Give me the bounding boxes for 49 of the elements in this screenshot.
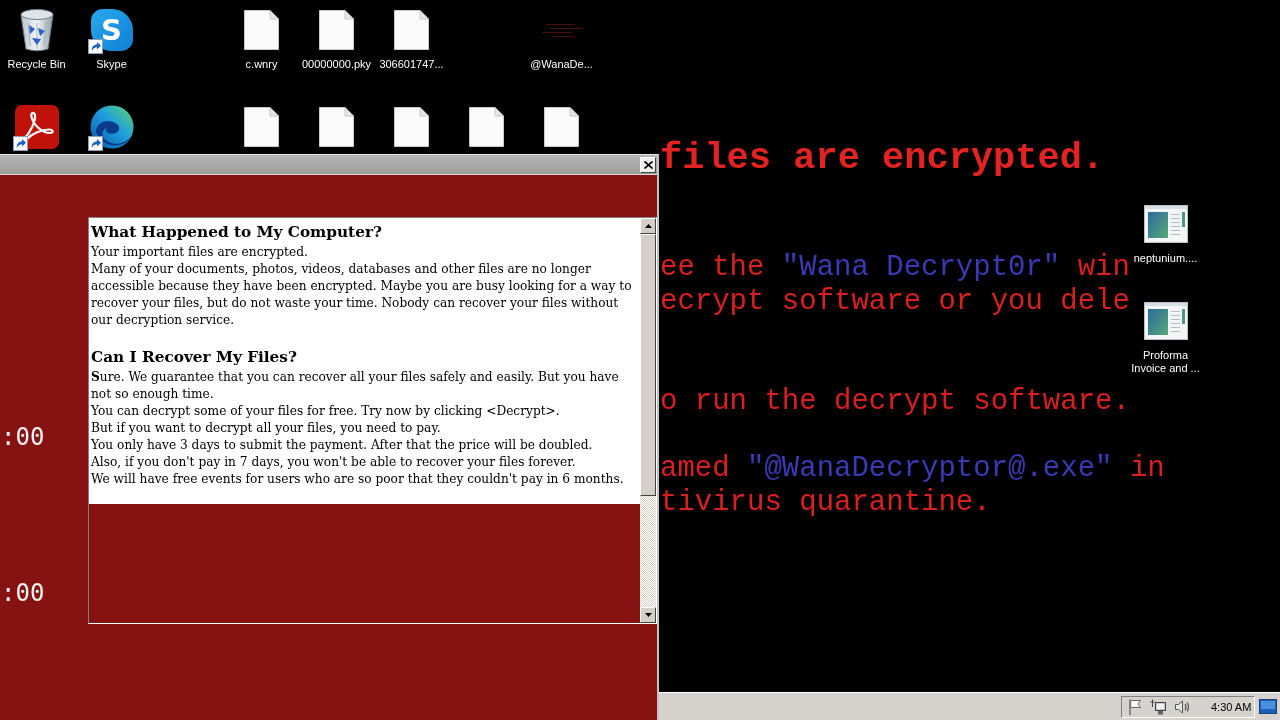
icon-label[interactable]: Skype [96, 58, 127, 71]
up-triangle-icon [644, 224, 652, 228]
icon-label[interactable]: 306601747... [379, 58, 444, 71]
scroll-down-button[interactable] [640, 607, 656, 623]
window-thumbnail-icon[interactable] [1143, 205, 1188, 243]
timer-text: :00 [1, 579, 45, 607]
blank-file-icon[interactable] [319, 10, 354, 50]
blank-file-icon[interactable] [319, 107, 354, 147]
wallpaper-text: ee the "Wana Decrypt0r" win [660, 251, 1130, 285]
window-thumbnail-icon[interactable] [1143, 302, 1188, 340]
icon-label[interactable]: Recycle Bin [7, 58, 66, 71]
icon-label[interactable]: @WanaDe... [530, 58, 593, 71]
message-paragraph: You only have 3 days to submit the payment. After that the price will be doubled. [91, 437, 594, 454]
wallpaper-text: files are encrypted. [660, 138, 1105, 178]
message-heading: Can I Recover My Files? [91, 347, 298, 368]
wallpaper-text: amed "@WanaDecryptor@.exe" in [660, 452, 1165, 486]
close-button[interactable] [640, 156, 656, 173]
scroll-up-button[interactable] [640, 218, 656, 234]
close-icon [643, 160, 653, 169]
blank-file-icon[interactable] [544, 107, 579, 147]
swirl-tile-icon[interactable] [14, 105, 59, 149]
blank-file-icon[interactable] [244, 107, 279, 147]
scrollbar-thumb[interactable] [640, 234, 656, 496]
wallpaper-text: ecrypt software or you dele [660, 284, 1130, 318]
flag-icon[interactable] [1128, 698, 1142, 715]
message-paragraph: You can decrypt some of your files for free. Try now by clicking <Decrypt>. [91, 403, 561, 420]
timer-text: :00 [1, 423, 45, 451]
wallpaper-text: o run the decrypt software. [660, 385, 1130, 419]
message-heading: What Happened to My Computer? [91, 222, 383, 243]
message-paragraph: Sure. We guarantee that you can recover all your files safely and easily. But you have not so enough time. [91, 369, 620, 403]
message-paragraph: We will have free events for users who are so poor that they couldn't pay in 6 months. [91, 471, 625, 488]
recycle-bin-icon[interactable] [17, 8, 56, 52]
message-paragraph: Many of your documents, photos, videos, databases and other files are no longer accessible because they have been encrypted. Maybe you are busy looking for a way to recover your files, but do not waste your time. Nobody can recover your files without our decryption service. [91, 261, 633, 329]
icon-label[interactable]: 00000000.pky [301, 58, 372, 71]
screen-icon[interactable] [1259, 699, 1277, 714]
speaker-icon[interactable] [1174, 698, 1191, 715]
message-paragraph: Also, if you don't pay in 7 days, you won't be able to recover your files forever. [91, 454, 577, 471]
scrollbar[interactable] [640, 218, 656, 623]
icon-label[interactable]: neptunium.... [1133, 252, 1198, 265]
blank-file-icon[interactable] [244, 10, 279, 50]
message-paragraph: But if you want to decrypt all your files, you need to pay. [91, 420, 442, 437]
wallpaper-text: tivirus quarantine. [660, 485, 991, 519]
down-triangle-icon [644, 613, 652, 617]
message-paragraph: Your important files are encrypted. [91, 244, 309, 261]
clock-time[interactable]: 4:30 AM [1211, 700, 1252, 713]
blank-file-icon[interactable] [394, 107, 429, 147]
blank-file-icon[interactable] [394, 10, 429, 50]
blank-file-icon[interactable] [469, 107, 504, 147]
network-icon[interactable] [1150, 698, 1166, 715]
